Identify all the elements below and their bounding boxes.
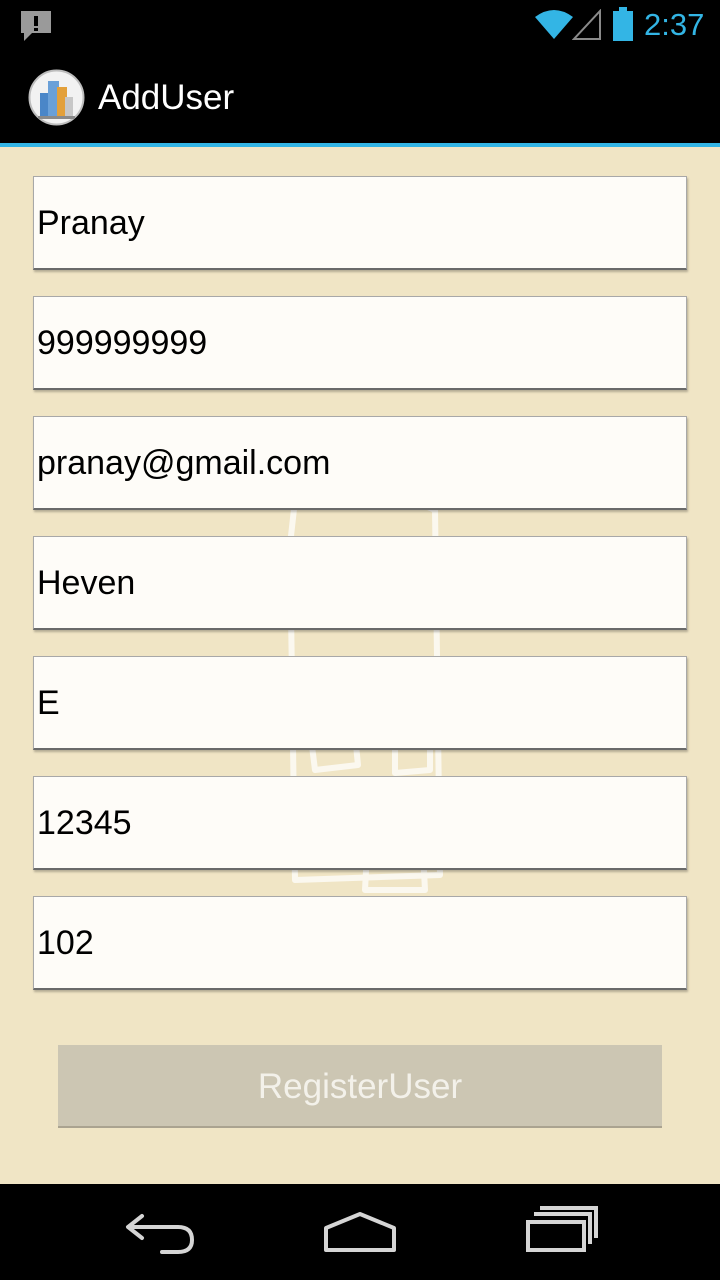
- app-title: AddUser: [98, 78, 235, 117]
- signal-icon: [572, 9, 601, 40]
- back-icon[interactable]: [122, 1206, 198, 1256]
- home-icon[interactable]: [320, 1206, 400, 1256]
- action-bar: AddUser: [0, 50, 720, 143]
- action-bar-divider: [0, 143, 720, 147]
- buildings-icon[interactable]: [28, 69, 85, 126]
- wifi-icon: [535, 10, 573, 39]
- room-number-field[interactable]: 102: [33, 896, 687, 990]
- address-field[interactable]: Heven: [33, 536, 687, 630]
- phone-field[interactable]: 999999999: [33, 296, 687, 390]
- block-field[interactable]: E: [33, 656, 687, 750]
- notification-alert-icon[interactable]: [18, 8, 54, 44]
- email-field[interactable]: pranay@gmail.com: [33, 416, 687, 510]
- status-time: 2:37: [644, 7, 705, 42]
- name-field[interactable]: Pranay: [33, 176, 687, 270]
- status-bar: 2:37: [0, 0, 720, 50]
- pincode-field[interactable]: 12345: [33, 776, 687, 870]
- navigation-bar: [0, 1184, 720, 1280]
- register-user-button[interactable]: RegisterUser: [58, 1045, 662, 1128]
- recents-icon[interactable]: [522, 1204, 602, 1256]
- battery-icon: [613, 7, 633, 41]
